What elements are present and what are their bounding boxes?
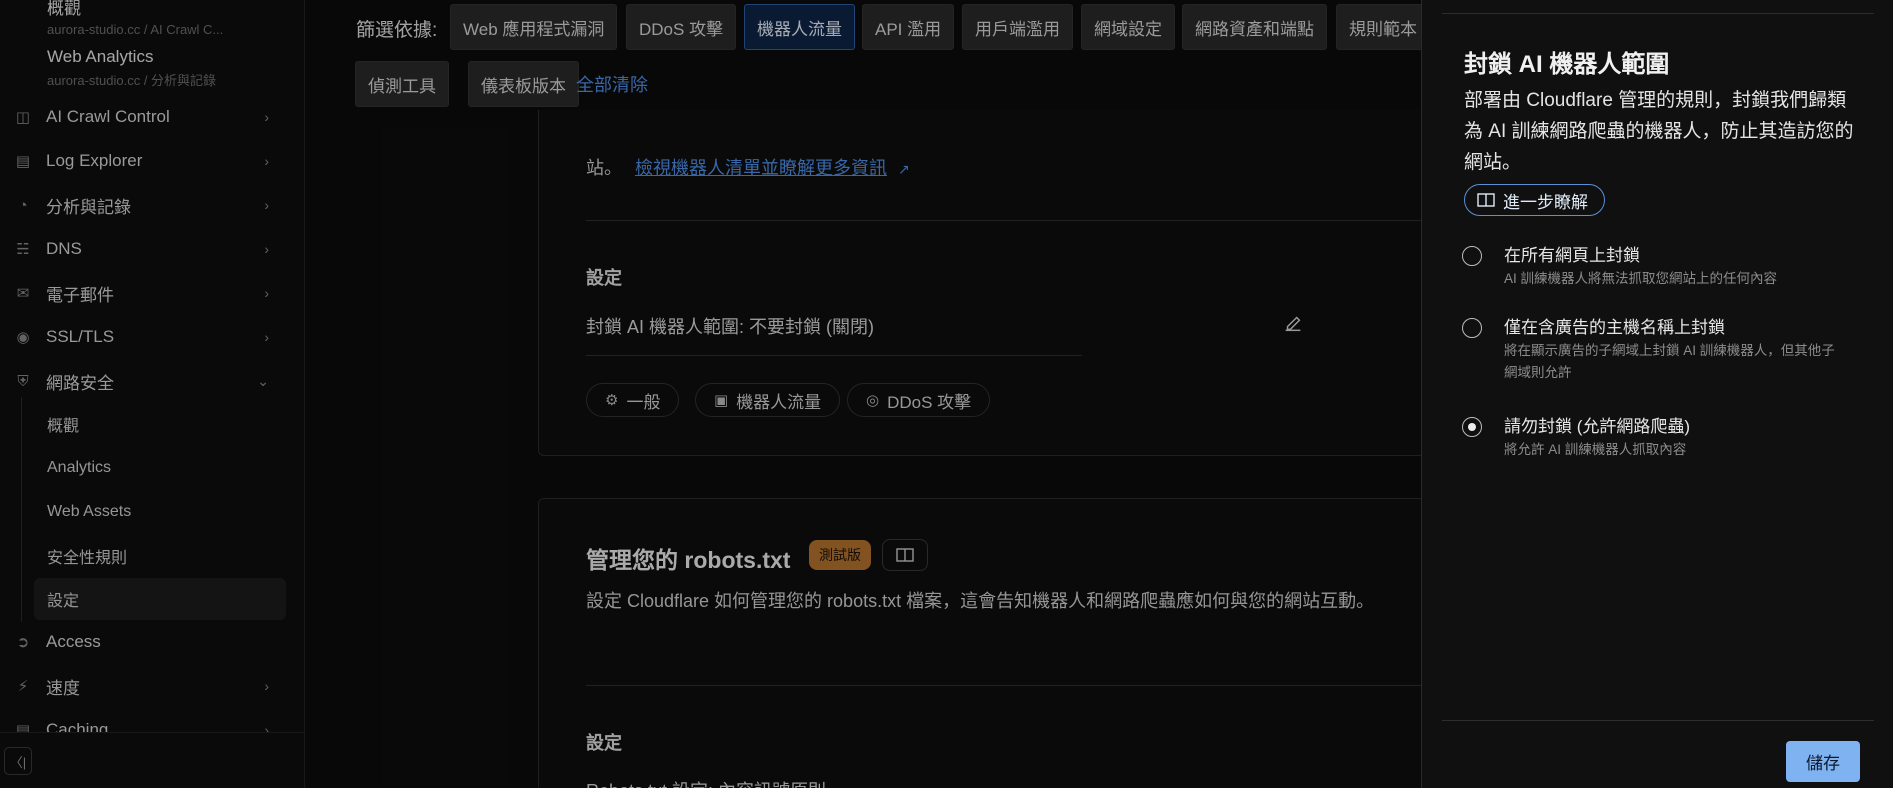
radio-button-selected[interactable] [1462, 417, 1482, 437]
option-description: 將在顯示廣告的子網域上封鎖 AI 訓練機器人，但其他子網域則允許 [1504, 343, 1835, 380]
panel-title: 封鎖 AI 機器人範圍 [1464, 51, 1670, 78]
learn-more-button[interactable]: 進一步瞭解 [1464, 184, 1605, 216]
modal-backdrop[interactable] [0, 0, 1421, 788]
option-label: 請勿封鎖 (允許網路爬蟲) [1504, 417, 1691, 436]
panel-divider [1442, 13, 1874, 14]
learn-more-label: 進一步瞭解 [1503, 192, 1588, 212]
side-panel: 封鎖 AI 機器人範圍 部署由 Cloudflare 管理的規則，封鎖我們歸類為… [1421, 0, 1893, 788]
book-icon [1477, 193, 1495, 207]
radio-button[interactable] [1462, 246, 1482, 266]
option-description: AI 訓練機器人將無法抓取您網站上的任何內容 [1504, 271, 1778, 286]
app-root: 概觀 aurora-studio.cc / AI Crawl C... Web … [0, 0, 1893, 788]
radio-button[interactable] [1462, 318, 1482, 338]
save-button[interactable]: 儲存 [1786, 741, 1860, 782]
panel-divider [1442, 720, 1874, 721]
option-label: 僅在含廣告的主機名稱上封鎖 [1504, 318, 1725, 337]
option-description: 將允許 AI 訓練機器人抓取內容 [1504, 442, 1687, 457]
panel-description: 部署由 Cloudflare 管理的規則，封鎖我們歸類為 AI 訓練網路爬蟲的機… [1464, 90, 1854, 173]
option-label: 在所有網頁上封鎖 [1504, 246, 1640, 265]
